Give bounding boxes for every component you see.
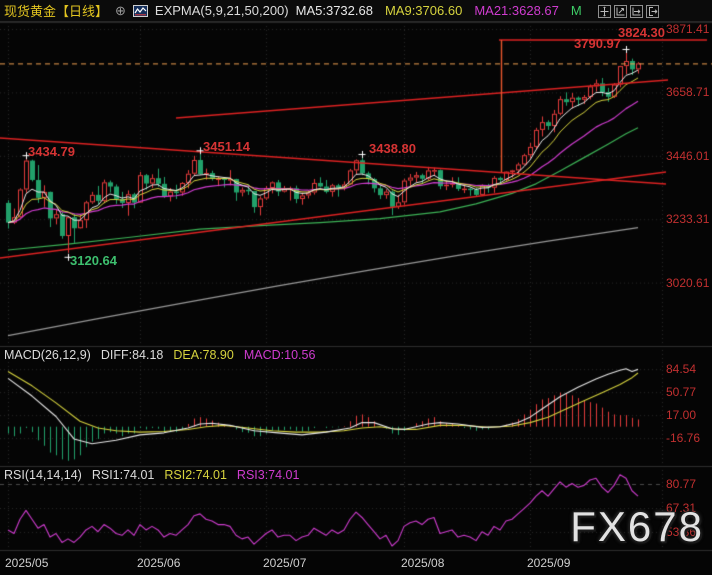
macd-axis-label-2: 17.00 bbox=[666, 409, 696, 422]
ma-value-1: MA9:3706.60 bbox=[385, 3, 462, 18]
trading-chart-window: 现货黄金【日线】 ⊕ EXPMA(5,9,21,50,200) MA5:3732… bbox=[0, 0, 712, 575]
rsi3-value: RSI3:74.01 bbox=[237, 468, 300, 482]
axis-pan-icon[interactable] bbox=[630, 5, 643, 18]
price-axis-label-4: 3020.61 bbox=[666, 277, 709, 290]
ma-value-2: MA21:3628.67 bbox=[474, 3, 559, 18]
date-label-2: 2025/07 bbox=[263, 556, 306, 570]
price-axis-label-1: 3658.71 bbox=[666, 86, 709, 99]
price-annotation-1: 3451.14 bbox=[203, 140, 250, 153]
price-axis-label-0: 3871.41 bbox=[666, 23, 709, 36]
macd-axis-label-1: 50.77 bbox=[666, 386, 696, 399]
axis-zoom-icon[interactable] bbox=[614, 5, 627, 18]
ma-value-0: MA5:3732.68 bbox=[296, 3, 373, 18]
watermark: FX678 bbox=[570, 503, 704, 551]
date-label-0: 2025/05 bbox=[5, 556, 48, 570]
indicator-name: EXPMA(5,9,21,50,200) bbox=[155, 3, 289, 18]
price-annotation-4: 3824.30 bbox=[618, 26, 665, 39]
price-annotation-0: 3434.79 bbox=[28, 145, 75, 158]
rsi-axis-label-0: 80.77 bbox=[666, 478, 696, 491]
chart-canvas[interactable] bbox=[0, 0, 712, 575]
move-icon[interactable] bbox=[598, 5, 611, 18]
date-label-3: 2025/08 bbox=[401, 556, 444, 570]
price-axis-label-3: 3233.31 bbox=[666, 213, 709, 226]
price-annotation-3: 3790.97 bbox=[574, 37, 621, 50]
x-axis-labels: 2025/05 2025/06 2025/07 2025/08 2025/09 bbox=[0, 555, 712, 573]
rsi-name: RSI(14,14,14) bbox=[4, 468, 82, 482]
macd-axis-label-3: -16.76 bbox=[666, 432, 700, 445]
macd-diff-value: DIFF:84.18 bbox=[101, 348, 164, 362]
price-axis-label-2: 3446.01 bbox=[666, 150, 709, 163]
symbol-title: 现货黄金【日线】 bbox=[4, 1, 108, 20]
macd-name: MACD(26,12,9) bbox=[4, 348, 91, 362]
macd-axis-label-0: 84.54 bbox=[666, 363, 696, 376]
ma-values: MA5:3732.68 MA9:3706.60 MA21:3628.67 M bbox=[296, 3, 582, 18]
price-annotation-5: 3120.64 bbox=[70, 254, 117, 267]
exit-icon[interactable] bbox=[646, 5, 659, 18]
macd-dea-value: DEA:78.90 bbox=[173, 348, 233, 362]
macd-indicator-labels: MACD(26,12,9) DIFF:84.18 DEA:78.90 MACD:… bbox=[4, 348, 315, 362]
macd-macd-value: MACD:10.56 bbox=[244, 348, 316, 362]
rsi-indicator-labels: RSI(14,14,14) RSI1:74.01 RSI2:74.01 RSI3… bbox=[4, 468, 299, 482]
chart-toolbar bbox=[598, 5, 659, 18]
rsi2-value: RSI2:74.01 bbox=[164, 468, 227, 482]
price-annotation-2: 3438.80 bbox=[369, 142, 416, 155]
mini-chart-icon bbox=[133, 5, 148, 17]
circle-plus-icon[interactable]: ⊕ bbox=[115, 4, 126, 17]
date-label-1: 2025/06 bbox=[137, 556, 180, 570]
rsi1-value: RSI1:74.01 bbox=[92, 468, 155, 482]
date-label-4: 2025/09 bbox=[527, 556, 570, 570]
ma-value-3: M bbox=[571, 3, 582, 18]
